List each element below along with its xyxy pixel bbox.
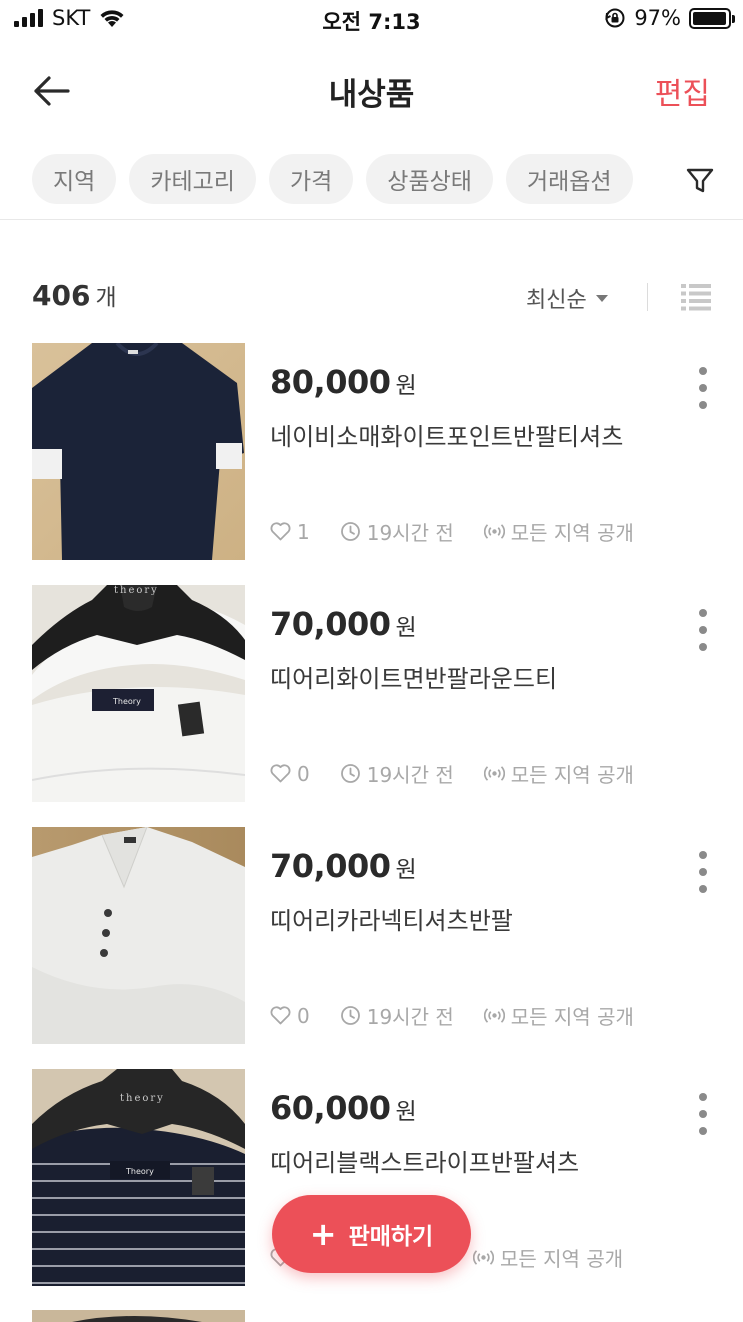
posted-time: 19시간 전 [340, 759, 454, 788]
item-count: 406 개 [32, 278, 117, 312]
page-title: 내상품 [328, 77, 415, 113]
visibility-label: 모든 지역 공개 [500, 1247, 624, 1271]
status-bar: SKT 오전 7:13 97% [0, 0, 743, 40]
item-count-unit: 개 [95, 285, 117, 311]
sort-label: 최신순 [526, 288, 587, 313]
filter-chip-region[interactable]: 지역 [32, 154, 117, 204]
broadcast-icon [483, 524, 505, 539]
filter-chip-price[interactable]: 가격 [268, 154, 354, 204]
item-meta: 1 19시간 전 모든 지역 공개 [270, 517, 664, 546]
list-view-icon[interactable] [681, 284, 711, 311]
item-price: 80,000 원 [270, 363, 417, 401]
divider [647, 283, 648, 311]
product-image [32, 827, 245, 1044]
plus-icon: + [309, 1215, 337, 1253]
status-right: 97% [604, 6, 735, 30]
filter-chips: 지역 카테고리 가격 상품상태 거래옵션 [32, 154, 633, 204]
like-count-value: 1 [297, 519, 310, 544]
list-item[interactable]: 70,000 원 띠어리카라넥티셔츠반팔 0 19시간 전 모든 지역 공개 [0, 827, 743, 1045]
edit-button[interactable]: 편집 [655, 69, 710, 113]
item-count-number: 406 [32, 279, 91, 312]
caret-down-icon [595, 294, 608, 302]
item-meta: 0 19시간 전 모든 지역 공개 [270, 759, 664, 788]
clock-icon [340, 1006, 360, 1025]
price-currency: 원 [395, 857, 417, 883]
posted-time-value: 19시간 전 [366, 1005, 454, 1029]
battery-fill [693, 11, 726, 25]
broadcast-icon [473, 1250, 494, 1265]
like-count: 0 [270, 762, 310, 786]
like-count: 0 [270, 1004, 310, 1028]
posted-time: 19시간 전 [340, 517, 454, 546]
sort-dropdown[interactable]: 최신순 [526, 282, 608, 314]
item-title: 띠어리카라넥티셔츠반팔 [270, 907, 513, 935]
item-price: 70,000 원 [270, 847, 417, 885]
heart-icon [270, 764, 291, 783]
like-count-value: 0 [297, 761, 310, 786]
price-value: 70,000 [270, 847, 391, 885]
item-price: 70,000 원 [270, 605, 417, 643]
visibility: 모든 지역 공개 [483, 517, 634, 546]
more-options-icon[interactable] [692, 851, 714, 893]
item-title: 띠어리블랙스트라이프반팔셔츠 [270, 1149, 580, 1177]
visibility-label: 모든 지역 공개 [510, 763, 634, 787]
price-currency: 원 [395, 615, 417, 641]
visibility: 모든 지역 공개 [483, 759, 634, 788]
visibility: 모든 지역 공개 [483, 1001, 634, 1030]
sell-button[interactable]: + 판매하기 [272, 1195, 471, 1273]
posted-time: 19시간 전 [340, 1001, 454, 1030]
filter-chip-category[interactable]: 카테고리 [129, 154, 256, 204]
list-item[interactable]: theory Theory 70,000 원 띠어리화이트면반팔라운드티 0 1… [0, 585, 743, 803]
battery-percent: 97% [634, 6, 681, 30]
sell-button-label: 판매하기 [348, 1224, 434, 1250]
price-value: 60,000 [270, 1089, 391, 1127]
item-price: 60,000 원 [270, 1089, 417, 1127]
more-options-icon[interactable] [692, 367, 714, 409]
filter-chip-trade-option[interactable]: 거래옵션 [505, 154, 633, 204]
price-currency: 원 [395, 373, 417, 399]
more-options-icon[interactable] [692, 609, 714, 651]
item-meta: 0 19시간 전 모든 지역 공개 [270, 1001, 664, 1030]
garment-tag-text: Theory [125, 1167, 154, 1176]
product-image [32, 1310, 245, 1322]
list-item[interactable]: 80,000 원 네이비소매화이트포인트반팔티셔츠 1 19시간 전 모든 지역… [0, 343, 743, 561]
item-title: 띠어리화이트면반팔라운드티 [270, 665, 558, 693]
item-title: 네이비소매화이트포인트반팔티셔츠 [270, 423, 624, 451]
more-options-icon[interactable] [692, 1093, 714, 1135]
broadcast-icon [483, 766, 505, 781]
filter-icon[interactable] [684, 164, 716, 196]
garment-tag-text: Theory [112, 697, 141, 706]
product-image: theory Theory [32, 585, 245, 802]
rotation-lock-icon [605, 8, 625, 28]
broadcast-icon [483, 1008, 505, 1023]
price-value: 70,000 [270, 605, 391, 643]
hanger-brand-text: theory [114, 585, 159, 596]
price-currency: 원 [395, 1099, 417, 1125]
visibility-label: 모든 지역 공개 [510, 521, 634, 545]
like-count: 1 [270, 520, 310, 544]
posted-time-value: 19시간 전 [366, 521, 454, 545]
posted-time-value: 19시간 전 [366, 763, 454, 787]
product-image: theory Theory [32, 1069, 245, 1286]
hanger-brand-text: theory [120, 1093, 165, 1104]
price-value: 80,000 [270, 363, 391, 401]
battery-icon [689, 7, 735, 29]
visibility-label: 모든 지역 공개 [510, 1005, 634, 1029]
like-count-value: 0 [297, 1003, 310, 1028]
product-image [32, 343, 245, 560]
visibility: 모든 지역 공개 [473, 1243, 623, 1272]
nav-bar: 내상품 편집 [0, 48, 743, 132]
filter-chip-condition[interactable]: 상품상태 [366, 154, 493, 204]
divider [0, 219, 743, 220]
heart-icon [270, 522, 291, 541]
clock-icon [340, 764, 360, 783]
clock-icon [340, 522, 360, 541]
heart-icon [270, 1006, 291, 1025]
